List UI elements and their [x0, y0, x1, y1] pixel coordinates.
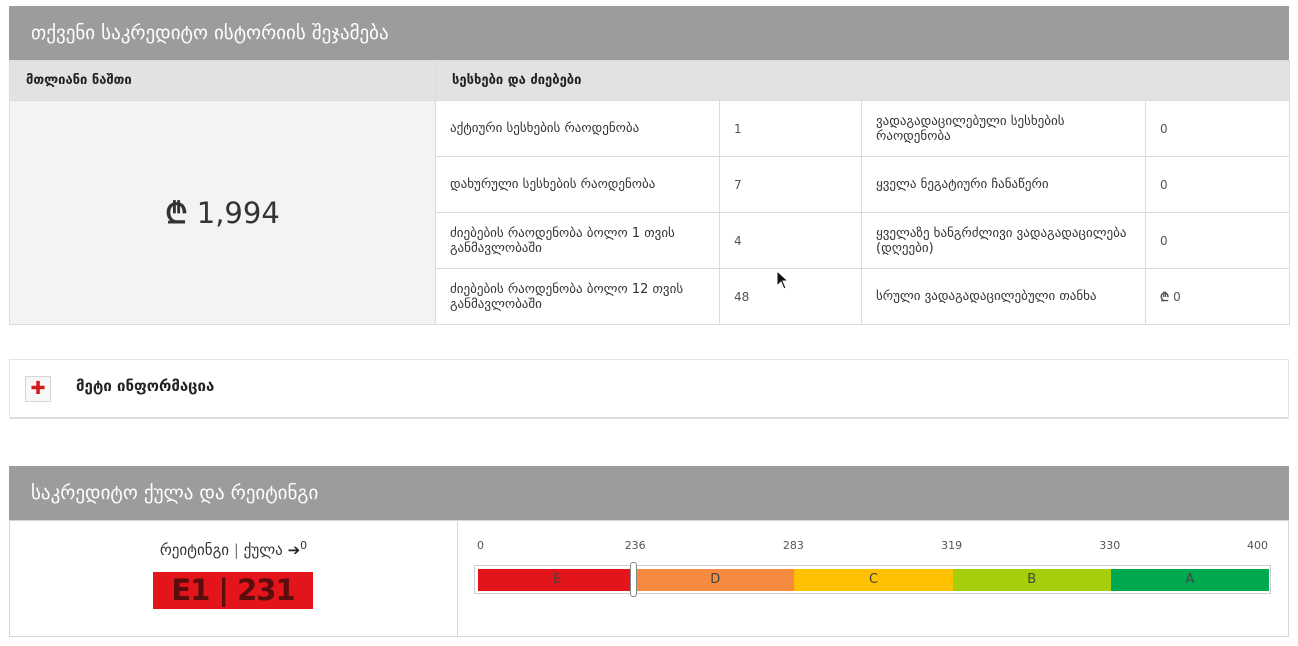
more-info-panel[interactable]: ✚ მეტი ინფორმაცია — [9, 359, 1289, 419]
more-info-label[interactable]: მეტი ინფორმაცია — [76, 377, 214, 395]
active-loans-label: აქტიური სესხების რაოდენობა — [435, 100, 720, 157]
total-overdue-amount-label: სრული ვადაგადაცილებული თანხა — [861, 268, 1146, 325]
scale-tick-label: 330 — [1099, 539, 1121, 552]
scale-tick-label: 283 — [782, 539, 804, 552]
table-row: ₾ 1,994 აქტიური სესხების რაოდენობა 1 ვად… — [9, 100, 1291, 325]
score-band-a: A — [1110, 569, 1269, 591]
total-balance-value: ₾ 1,994 — [9, 100, 436, 325]
score-band-b: B — [952, 569, 1111, 591]
scale-tick-label: 0 — [477, 539, 484, 552]
label-separator: | — [233, 541, 239, 559]
lari-icon: ₾ — [165, 196, 188, 230]
total-overdue-amount: 0 — [1173, 290, 1181, 304]
negative-records-label: ყველა ნეგატიური ჩანაწერი — [861, 156, 1146, 213]
lari-icon: ₾ — [1160, 290, 1170, 304]
scale-tick-label: 319 — [941, 539, 963, 552]
score-marker — [629, 562, 637, 597]
score-band-d: D — [636, 569, 795, 591]
inquiries-12m-label: ძიებების რაოდენობა ბოლო 12 თვის განმავლო… — [435, 268, 720, 325]
closed-loans-value: 7 — [719, 156, 862, 213]
arrow-right-icon: ➔ — [287, 541, 301, 559]
score-bar: EDCBA — [474, 562, 1271, 597]
total-overdue-amount-value: ₾ 0 — [1144, 268, 1291, 325]
credit-summary-table: მთლიანი ნაშთი სესხები და ძიებები ₾ 1,994… — [9, 60, 1291, 325]
total-balance-header: მთლიანი ნაშთი — [9, 60, 436, 101]
longest-overdue-label: ყველაზე ხანგრძლივი ვადაგადაცილება (დღეებ… — [861, 212, 1146, 269]
longest-overdue-value: 0 — [1144, 212, 1291, 269]
active-loans-value: 1 — [719, 100, 862, 157]
score-badge: E1 | 231 — [153, 572, 313, 609]
rating-label: რეიტინგი — [159, 541, 230, 559]
score-word-label: ქულა — [243, 541, 283, 559]
score-band-c: C — [794, 569, 953, 591]
score-change-value: 0 — [300, 539, 308, 552]
scale-tick-label: 400 — [1247, 539, 1268, 552]
inquiries-1m-label: ძიებების რაოდენობა ბოლო 1 თვის განმავლობ… — [435, 212, 720, 269]
score-label: რეიტინგი | ქულა ➔0 — [10, 539, 457, 559]
overdue-loans-value: 0 — [1144, 100, 1291, 157]
inquiries-1m-value: 4 — [719, 212, 862, 269]
overdue-loans-label: ვადაგადაცილებული სესხების რაოდენობა — [861, 100, 1146, 157]
summary-section-title: თქვენი საკრედიტო ისტორიის შეჯამება — [9, 6, 1289, 60]
score-scale: 0 236 283 319 330 400 EDCBA — [474, 539, 1274, 619]
inquiries-12m-value: 48 — [719, 268, 862, 325]
summary-header-row: მთლიანი ნაშთი სესხები და ძიებები — [9, 60, 1291, 101]
loans-inquiries-header: სესხები და ძიებები — [434, 60, 1291, 101]
score-summary: რეიტინგი | ქულა ➔0 E1 | 231 — [10, 521, 458, 636]
credit-score-panel: რეიტინგი | ქულა ➔0 E1 | 231 0 236 283 319 33… — [9, 520, 1289, 637]
scale-tick-label: 236 — [624, 539, 646, 552]
score-section-title: საკრედიტო ქულა და რეიტინგი — [9, 466, 1289, 520]
plus-icon[interactable]: ✚ — [25, 376, 51, 402]
total-balance-amount: 1,994 — [196, 196, 280, 230]
closed-loans-label: დახურული სესხების რაოდენობა — [435, 156, 720, 213]
score-band-e: E — [478, 569, 637, 591]
negative-records-value: 0 — [1144, 156, 1291, 213]
